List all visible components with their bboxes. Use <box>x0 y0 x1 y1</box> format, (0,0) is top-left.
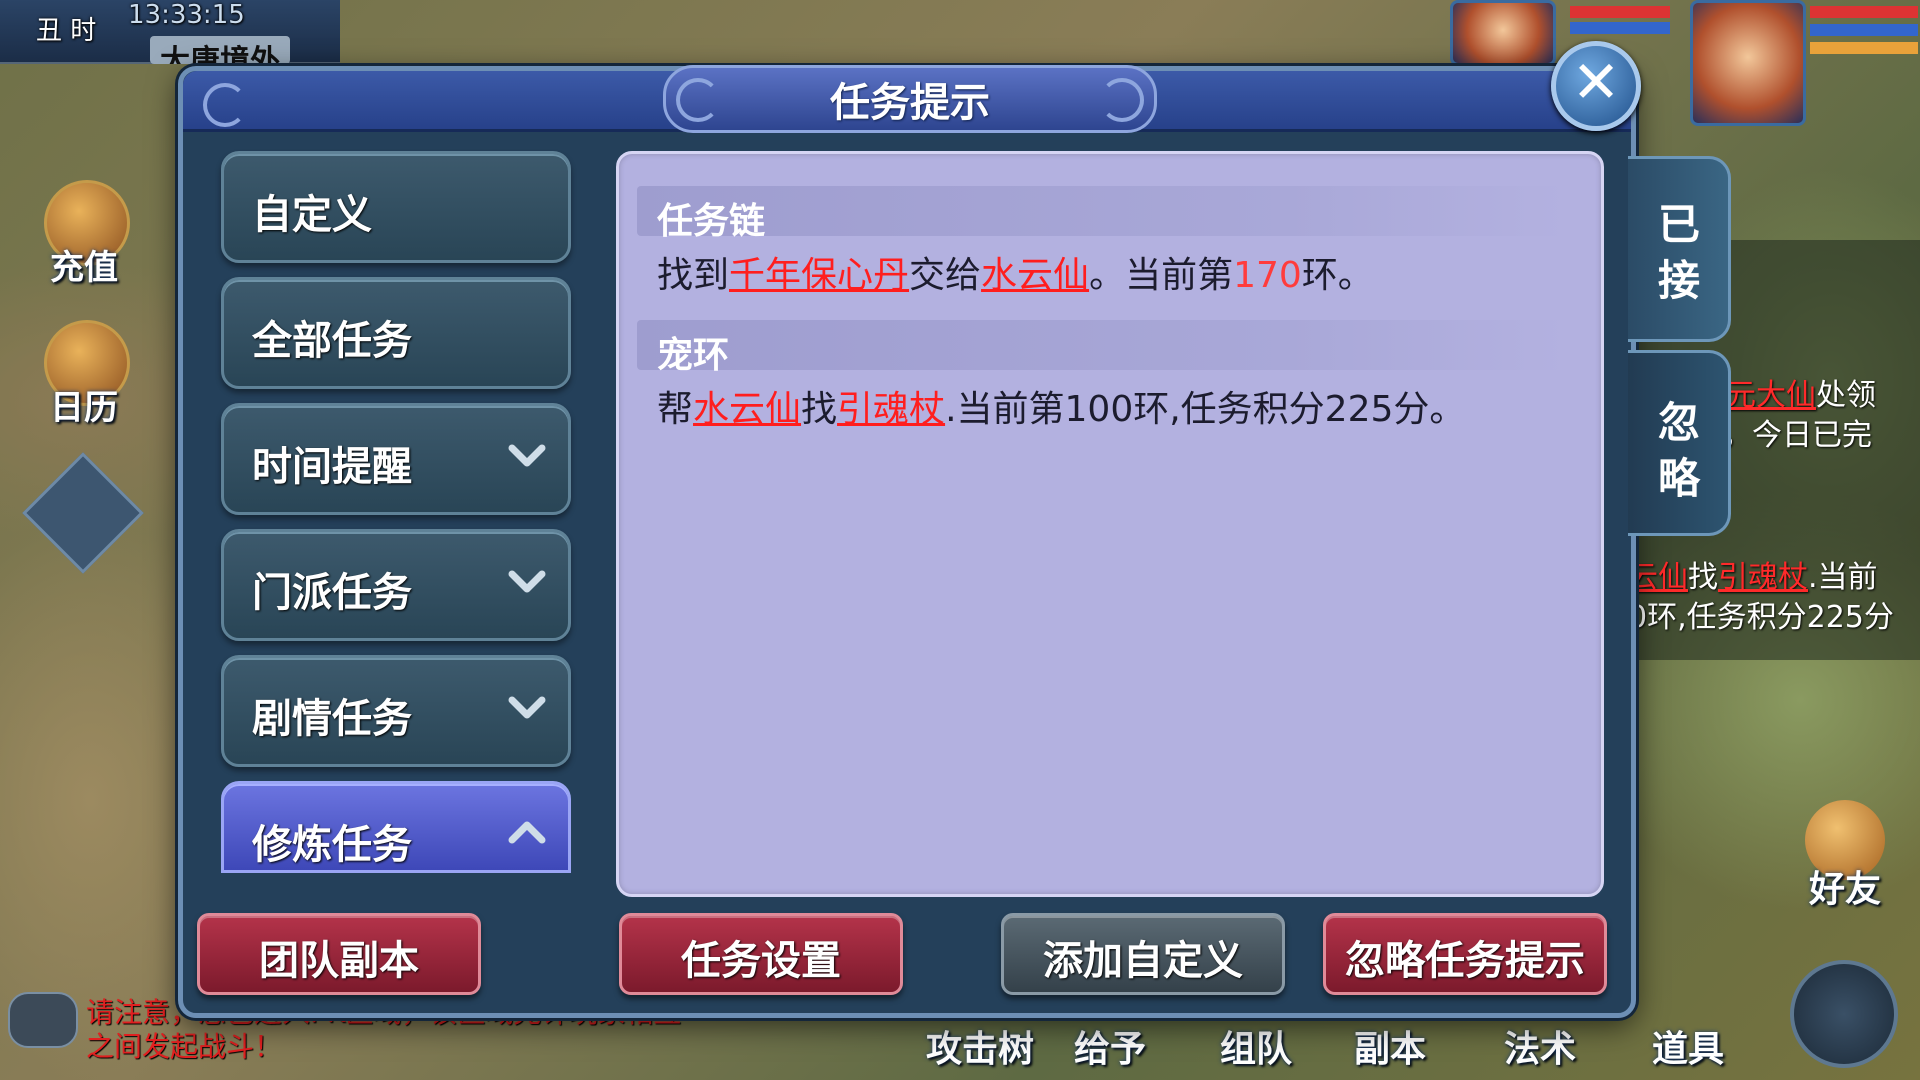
bottom-item-spell[interactable]: 法术 <box>1504 1020 1576 1072</box>
section-header-bar <box>637 186 1567 236</box>
swirl-ornament-icon <box>1100 78 1144 122</box>
tracker-line-2: ，今日已完 <box>1722 418 1872 453</box>
pet-mp-bar <box>1570 22 1670 34</box>
task-tips-dialog: 任务提示 ✕ 自定义 全部任务 时间提醒 门派任务 剧情任务 修炼任务 任务链 … <box>178 41 1641 1018</box>
section-header-bar <box>637 320 1567 370</box>
task-content-pane: 任务链 找到千年保心丹交给水云仙。当前第170环。 宠环 帮水云仙找引魂杖.当前… <box>616 151 1604 897</box>
tab-accepted[interactable]: 已接 <box>1628 156 1731 342</box>
npc-link[interactable]: 水云仙 <box>693 389 801 430</box>
category-label: 全部任务 <box>252 318 412 364</box>
ignore-task-tips-button[interactable]: 忽略任务提示 <box>1323 913 1607 995</box>
button-label: 任务设置 <box>681 938 841 984</box>
recharge-label: 充值 <box>50 248 118 288</box>
calendar-label: 日历 <box>50 388 118 428</box>
item-link[interactable]: 千年保心丹 <box>729 255 909 296</box>
team-dungeon-button[interactable]: 团队副本 <box>197 913 481 995</box>
category-sect-tasks[interactable]: 门派任务 <box>221 529 571 641</box>
friend-button[interactable]: 好友 <box>1790 800 1900 910</box>
chat-icon[interactable] <box>8 992 78 1048</box>
category-label: 自定义 <box>252 192 372 238</box>
player-portrait[interactable] <box>1690 0 1806 126</box>
category-time-reminder[interactable]: 时间提醒 <box>221 403 571 515</box>
bottom-item-dungeon[interactable]: 副本 <box>1354 1020 1426 1072</box>
button-label: 忽略任务提示 <box>1345 938 1585 984</box>
task-chain-description: 找到千年保心丹交给水云仙。当前第170环。 <box>657 255 1374 296</box>
bottom-item-give[interactable]: 给予 <box>1074 1020 1146 1072</box>
button-label: 添加自定义 <box>1043 938 1243 984</box>
player-sp-bar <box>1810 42 1918 54</box>
close-icon: ✕ <box>1571 48 1621 116</box>
bottom-item-items[interactable]: 道具 <box>1652 1020 1724 1072</box>
category-story-tasks[interactable]: 剧情任务 <box>221 655 571 767</box>
chevron-up-icon <box>508 821 546 844</box>
category-all-tasks[interactable]: 全部任务 <box>221 277 571 389</box>
npc-link[interactable]: 水云仙 <box>981 255 1089 296</box>
category-cultivation-tasks[interactable]: 修炼任务 <box>221 781 571 873</box>
location-label[interactable]: 大唐境外 <box>150 36 290 64</box>
tab-ignored[interactable]: 忽略 <box>1628 350 1731 536</box>
pet-portrait[interactable] <box>1450 0 1556 66</box>
item-link[interactable]: 引魂杖 <box>837 389 945 430</box>
shichen-label: 丑 时 <box>36 16 97 46</box>
category-custom[interactable]: 自定义 <box>221 151 571 263</box>
chevron-down-icon <box>508 444 546 467</box>
title-plate: 任务提示 <box>663 65 1157 133</box>
section-title-task-chain: 任务链 <box>657 201 766 242</box>
category-label: 修炼任务 <box>252 822 412 868</box>
button-label: 团队副本 <box>259 938 419 984</box>
category-label: 剧情任务 <box>252 696 412 742</box>
swirl-ornament-icon <box>203 83 247 127</box>
calendar-button[interactable]: 日历 <box>24 320 144 440</box>
refresh-icon[interactable] <box>1790 960 1898 1068</box>
tracker-line-1[interactable]: 元大仙处领 <box>1726 370 1876 414</box>
recharge-button[interactable]: 充值 <box>24 180 144 300</box>
chevron-down-icon <box>508 696 546 719</box>
chevron-down-icon <box>508 570 546 593</box>
clock-readout: 13:33:15 <box>128 0 245 30</box>
close-button[interactable]: ✕ <box>1551 41 1641 131</box>
pet-hp-bar <box>1570 6 1670 18</box>
category-label: 门派任务 <box>252 570 412 616</box>
player-mp-bar <box>1810 24 1918 36</box>
task-settings-button[interactable]: 任务设置 <box>619 913 903 995</box>
friend-label: 好友 <box>1808 869 1881 910</box>
add-custom-button[interactable]: 添加自定义 <box>1001 913 1285 995</box>
bottom-item-team[interactable]: 组队 <box>1220 1020 1292 1072</box>
bottom-item-attack[interactable]: 攻击树 <box>926 1020 1034 1072</box>
dialog-title: 任务提示 <box>830 80 990 126</box>
tab-label: 忽略 <box>1657 398 1700 503</box>
tracker-line-4: 0环,任务积分225分 <box>1628 600 1894 635</box>
tab-label: 已接 <box>1657 200 1700 305</box>
pet-ring-description: 帮水云仙找引魂杖.当前第100环,任务积分225分。 <box>657 389 1466 430</box>
player-hp-bar <box>1810 6 1918 18</box>
tracker-line-3[interactable]: 云仙找引魂杖.当前 <box>1628 552 1878 596</box>
dialog-title-bar: 任务提示 <box>183 65 1631 133</box>
section-title-pet-ring: 宠环 <box>657 335 730 376</box>
category-label: 时间提醒 <box>252 444 412 490</box>
